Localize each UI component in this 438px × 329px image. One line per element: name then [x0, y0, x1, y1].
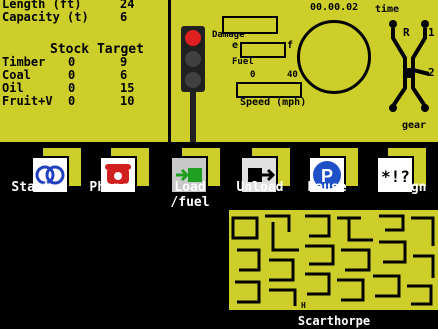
cargo-target: 15 — [120, 81, 135, 95]
cargo-name: Fruit+V — [2, 94, 53, 108]
speed-min-label: 0 — [250, 70, 256, 80]
phone-label: Phone — [89, 180, 129, 195]
speed-max-label: 40 — [287, 70, 298, 80]
cargo-target: 9 — [120, 55, 128, 69]
track-map[interactable]: H — [229, 210, 438, 310]
gear-r-label: R — [403, 26, 410, 39]
cargo-stock: 0 — [68, 94, 76, 108]
cargo-target: 6 — [120, 68, 128, 82]
clock-icon — [297, 20, 371, 94]
cargo-target: 10 — [120, 94, 135, 108]
load-fuel-label: Load /fuel — [170, 180, 210, 210]
capacity-value: 6 — [120, 10, 128, 24]
gear-label: gear — [402, 120, 427, 131]
cargo-stock: 0 — [68, 68, 76, 82]
speed-label: Speed (mph) — [240, 97, 307, 108]
cargo-name: Coal — [2, 68, 31, 82]
station-marker: H — [301, 301, 306, 310]
unload-label: Unload — [236, 180, 284, 195]
time-value: 00.00.02 — [310, 2, 359, 13]
pause-label: Pause — [307, 180, 347, 195]
gear-1-label: 1 — [428, 26, 435, 39]
capacity-label: Capacity (t) — [2, 10, 89, 24]
speed-gauge — [236, 82, 302, 98]
start-label: Start — [11, 180, 51, 195]
damage-label: Damage — [212, 30, 245, 40]
fuel-gauge — [240, 42, 286, 58]
station-name: Scarthorpe — [297, 314, 371, 328]
status-panel: Length (ft) 24 Capacity (t) 6 Stock Targ… — [0, 0, 438, 142]
cargo-name: Oil — [2, 81, 24, 95]
resign-label: Resign — [379, 180, 427, 195]
stock-target-header: Stock Target — [50, 42, 144, 57]
fuel-f-label: f — [287, 40, 294, 51]
cargo-stock: 0 — [68, 55, 76, 69]
gear-2-label: 2 — [428, 66, 435, 79]
fuel-label: Fuel — [232, 57, 254, 67]
signal-icon — [181, 26, 205, 142]
cargo-stock: 0 — [68, 81, 76, 95]
panel-divider — [168, 0, 171, 142]
cargo-name: Timber — [2, 55, 46, 69]
fuel-e-label: e — [232, 40, 239, 51]
